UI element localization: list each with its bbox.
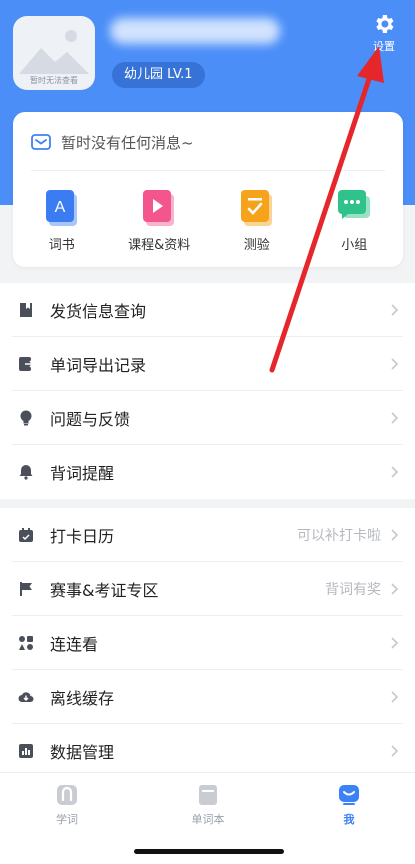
quick-item-quiz[interactable]: 测验 xyxy=(208,190,306,253)
menu-label: 背词提醒 xyxy=(50,464,115,483)
menu-label: 单词导出记录 xyxy=(50,356,147,375)
tab-wordbook[interactable]: 单词本 xyxy=(178,783,238,827)
avatar-label: 暂时无法查看 xyxy=(30,76,78,85)
menu-item-checkin-calendar[interactable]: 打卡日历 可以补打卡啦 xyxy=(0,508,415,562)
chevron-right-icon xyxy=(391,466,399,478)
avatar[interactable]: 暂时无法查看 xyxy=(13,16,95,90)
chevron-right-icon xyxy=(391,529,399,541)
quick-item-wordbook[interactable]: A 词书 xyxy=(13,190,111,253)
quick-label: 课程&资料 xyxy=(128,238,191,253)
settings-button[interactable]: 设置 xyxy=(366,12,402,54)
menu-label: 离线缓存 xyxy=(50,689,115,708)
flag-icon xyxy=(20,582,32,596)
tab-label: 学词 xyxy=(56,813,78,826)
calendar-icon xyxy=(19,528,33,542)
tab-learn[interactable]: 学词 xyxy=(37,783,97,827)
chevron-right-icon xyxy=(391,583,399,595)
gear-icon xyxy=(376,15,394,33)
menu-label: 打卡日历 xyxy=(50,527,115,546)
quick-label: 测验 xyxy=(243,238,270,253)
menu-item-export-records[interactable]: 单词导出记录 xyxy=(0,337,415,391)
cloud-download-icon xyxy=(18,692,34,702)
menu-item-contest-zone[interactable]: 赛事&考证专区 背词有奖 xyxy=(0,562,415,616)
menu-label: 发货信息查询 xyxy=(50,302,147,321)
chevron-right-icon xyxy=(391,691,399,703)
menu-item-match-game[interactable]: 连连看 xyxy=(0,616,415,670)
menu-item-study-reminder[interactable]: 背词提醒 xyxy=(0,445,415,499)
message-card: 暂时没有任何消息~ A 词书 课程&资料 测验 小组 xyxy=(13,112,403,267)
menu-label: 赛事&考证专区 xyxy=(50,581,159,600)
mail-icon xyxy=(31,134,51,150)
chevron-right-icon xyxy=(391,637,399,649)
book-a-icon: A xyxy=(45,190,77,226)
chevron-right-icon xyxy=(391,745,399,757)
wordbook-icon xyxy=(199,785,217,805)
me-icon xyxy=(339,785,359,805)
match-game-icon xyxy=(19,636,33,650)
tab-me[interactable]: 我 xyxy=(319,783,379,827)
tab-label: 我 xyxy=(343,813,355,826)
video-play-icon xyxy=(143,190,175,226)
chevron-right-icon xyxy=(391,412,399,424)
divider xyxy=(31,170,385,171)
username-redacted xyxy=(110,18,280,44)
message-text: 暂时没有任何消息~ xyxy=(61,133,194,152)
menu-label: 连连看 xyxy=(50,635,99,654)
quick-label: 词书 xyxy=(48,238,75,253)
quick-label: 小组 xyxy=(341,238,368,253)
settings-label: 设置 xyxy=(373,40,395,53)
learn-icon xyxy=(57,785,77,805)
menu-item-data-management[interactable]: 数据管理 xyxy=(0,724,415,778)
menu-section-2: 打卡日历 可以补打卡啦 赛事&考证专区 背词有奖 连连看 离线缓存 数据管理 xyxy=(0,508,415,778)
svg-text:A: A xyxy=(54,199,65,216)
quick-item-group[interactable]: 小组 xyxy=(306,190,404,253)
chevron-right-icon xyxy=(391,358,399,370)
level-badge[interactable]: 幼儿园 LV.1 xyxy=(112,62,205,88)
quiz-check-icon xyxy=(240,190,272,226)
quick-item-courses[interactable]: 课程&资料 xyxy=(111,190,209,253)
chevron-right-icon xyxy=(391,304,399,316)
menu-label: 数据管理 xyxy=(50,743,115,762)
menu-item-shipping-query[interactable]: 发货信息查询 xyxy=(0,283,415,337)
chat-group-icon xyxy=(338,190,371,219)
tab-label: 单词本 xyxy=(191,813,225,826)
bar-chart-icon xyxy=(19,744,33,758)
bell-icon xyxy=(19,465,33,480)
menu-item-feedback[interactable]: 问题与反馈 xyxy=(0,391,415,445)
message-row[interactable]: 暂时没有任何消息~ xyxy=(31,130,385,154)
menu-section-1: 发货信息查询 单词导出记录 问题与反馈 背词提醒 xyxy=(0,283,415,499)
bookmark-icon xyxy=(20,303,32,317)
lightbulb-icon xyxy=(20,410,32,426)
menu-label: 问题与反馈 xyxy=(50,410,131,429)
export-icon xyxy=(19,357,34,371)
menu-item-offline-cache[interactable]: 离线缓存 xyxy=(0,670,415,724)
image-placeholder-icon xyxy=(19,30,89,74)
menu-hint: 背词有奖 xyxy=(325,582,381,598)
menu-hint: 可以补打卡啦 xyxy=(297,528,381,544)
home-indicator xyxy=(134,849,284,854)
quick-actions: A 词书 课程&资料 测验 小组 xyxy=(13,190,403,253)
